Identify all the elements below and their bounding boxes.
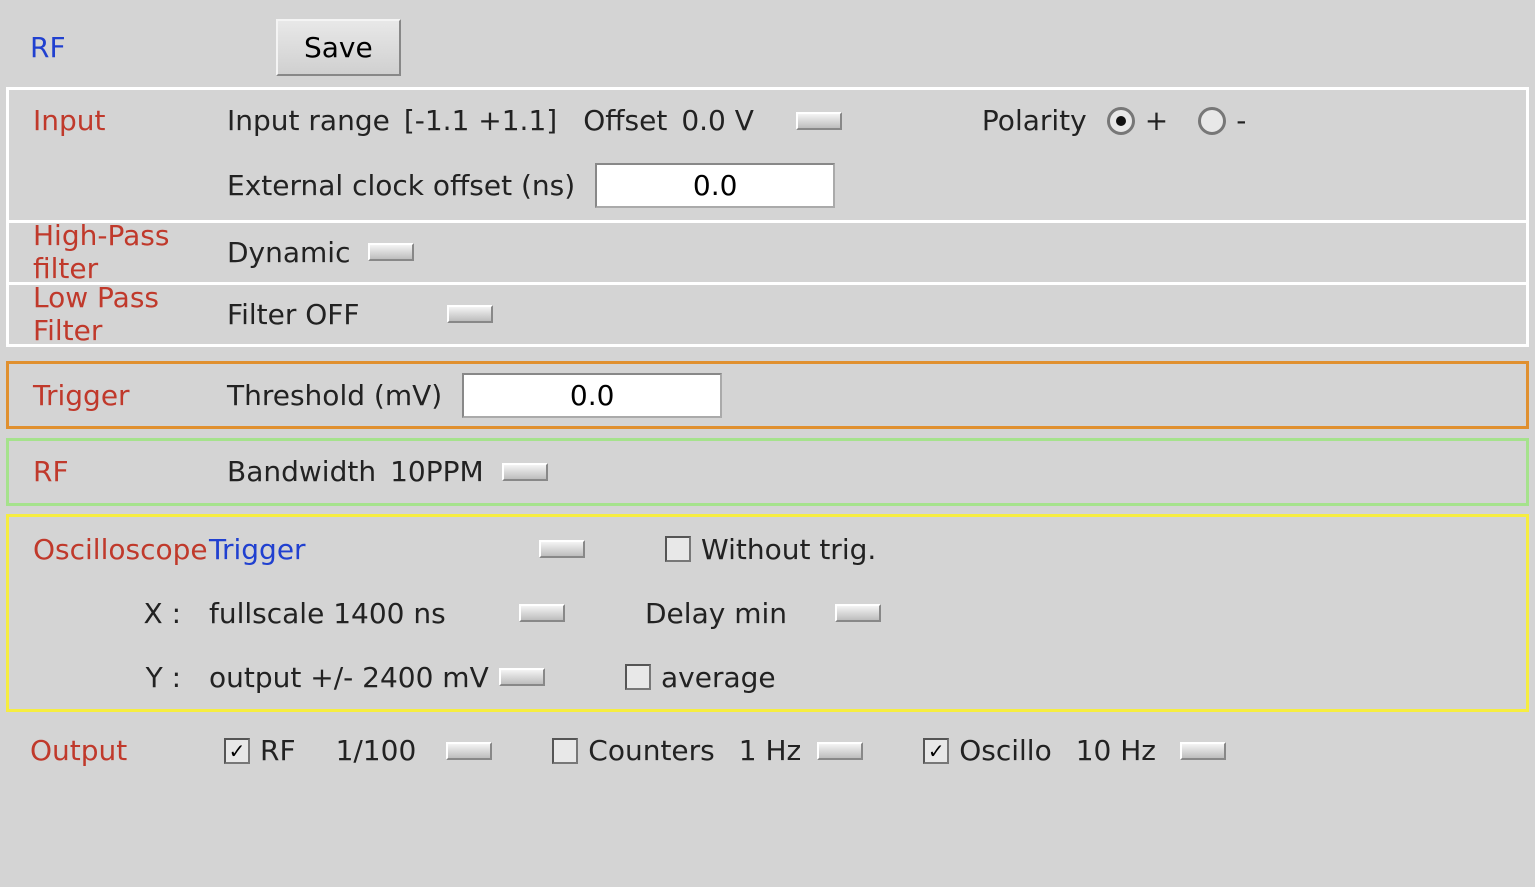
bandwidth-label: Bandwidth <box>227 455 376 488</box>
output-rf-dropdown[interactable] <box>446 742 492 760</box>
threshold-label: Threshold (mV) <box>227 379 442 412</box>
without-trig-checkbox[interactable]: Without trig. <box>665 533 876 566</box>
oscillo-x-label: X : <box>9 597 209 630</box>
oscillo-x-dropdown[interactable] <box>519 604 565 622</box>
oscillo-trigger-label: Trigger <box>209 533 539 566</box>
polarity-plus-label: + <box>1145 104 1168 137</box>
oscillo-y-dropdown[interactable] <box>499 668 545 686</box>
oscillo-trigger-row: Oscilloscope Trigger Without trig. <box>9 517 1526 581</box>
checkbox-icon <box>665 536 691 562</box>
checkbox-icon <box>625 664 651 690</box>
bandwidth-value: 10PPM <box>390 455 484 488</box>
oscillo-label: Oscilloscope <box>9 533 209 566</box>
input-label: Input <box>9 104 227 137</box>
offset-dropdown[interactable] <box>796 112 842 130</box>
output-oscillo-dropdown[interactable] <box>1180 742 1226 760</box>
highpass-value: Dynamic <box>227 236 350 269</box>
oscillo-y-label: Y : <box>9 661 209 694</box>
rf-row: RF Bandwidth 10PPM <box>9 441 1526 503</box>
lowpass-label: Low Pass Filter <box>9 281 227 347</box>
highpass-dropdown[interactable] <box>368 243 414 261</box>
rf-label: RF <box>9 455 227 488</box>
output-counters-dropdown[interactable] <box>817 742 863 760</box>
panel-title: RF <box>6 31 276 64</box>
output-rf-rate: 1/100 <box>336 734 417 767</box>
output-oscillo-checkbox[interactable]: Oscillo <box>923 734 1052 767</box>
input-range-label: Input range <box>227 104 390 137</box>
output-counters-label: Counters <box>588 734 714 767</box>
oscillo-x-value: fullscale 1400 ns <box>209 597 519 630</box>
ext-clock-input[interactable] <box>595 163 835 208</box>
oscillo-y-row: Y : output +/- 2400 mV average <box>9 645 1526 709</box>
output-counters-rate: 1 Hz <box>739 734 801 767</box>
highpass-label: High-Pass filter <box>9 219 227 285</box>
average-checkbox[interactable]: average <box>625 661 776 694</box>
offset-label: Offset <box>583 104 667 137</box>
oscillo-delay-label: Delay min <box>645 597 835 630</box>
rf-section: RF Bandwidth 10PPM <box>6 438 1529 506</box>
polarity-plus-radio[interactable]: + <box>1107 104 1168 137</box>
checkbox-icon <box>224 738 250 764</box>
rf-settings-panel: RF Save Input Input range [-1.1 +1.1] Of… <box>0 0 1535 887</box>
input-section: Input Input range [-1.1 +1.1] Offset 0.0… <box>6 87 1529 347</box>
lowpass-value: Filter OFF <box>227 298 447 331</box>
lowpass-dropdown[interactable] <box>447 305 493 323</box>
oscillo-y-value: output +/- 2400 mV <box>209 661 519 694</box>
oscillo-x-row: X : fullscale 1400 ns Delay min <box>9 581 1526 645</box>
radio-icon <box>1107 107 1135 135</box>
save-button[interactable]: Save <box>276 19 401 76</box>
output-row: Output RF 1/100 Counters 1 Hz Oscillo 10… <box>6 719 1529 783</box>
polarity-minus-label: - <box>1236 104 1246 137</box>
highpass-row: High-Pass filter Dynamic <box>9 220 1526 282</box>
offset-value: 0.0 V <box>681 104 754 137</box>
oscilloscope-section: Oscilloscope Trigger Without trig. X : f… <box>6 514 1529 712</box>
output-rf-label: RF <box>260 734 296 767</box>
without-trig-label: Without trig. <box>701 533 876 566</box>
trigger-label: Trigger <box>9 379 227 412</box>
ext-clock-label: External clock offset (ns) <box>227 169 575 202</box>
output-oscillo-rate: 10 Hz <box>1076 734 1156 767</box>
polarity-label: Polarity <box>982 104 1087 137</box>
checkbox-icon <box>923 738 949 764</box>
oscillo-delay-dropdown[interactable] <box>835 604 881 622</box>
bandwidth-dropdown[interactable] <box>502 463 548 481</box>
output-counters-checkbox[interactable]: Counters <box>552 734 714 767</box>
trigger-section: Trigger Threshold (mV) <box>6 361 1529 429</box>
header-row: RF Save <box>6 8 1529 86</box>
lowpass-row: Low Pass Filter Filter OFF <box>9 282 1526 344</box>
input-row-2: External clock offset (ns) <box>9 152 1526 220</box>
radio-icon <box>1198 107 1226 135</box>
checkbox-icon <box>552 738 578 764</box>
polarity-minus-radio[interactable]: - <box>1198 104 1246 137</box>
input-range-value: [-1.1 +1.1] <box>404 104 557 137</box>
input-row-1: Input Input range [-1.1 +1.1] Offset 0.0… <box>9 90 1526 152</box>
oscillo-trigger-dropdown[interactable] <box>539 540 585 558</box>
average-label: average <box>661 661 776 694</box>
output-oscillo-label: Oscillo <box>959 734 1052 767</box>
output-label: Output <box>6 734 224 767</box>
threshold-input[interactable] <box>462 373 722 418</box>
trigger-row: Trigger Threshold (mV) <box>9 364 1526 426</box>
output-rf-checkbox[interactable]: RF <box>224 734 296 767</box>
